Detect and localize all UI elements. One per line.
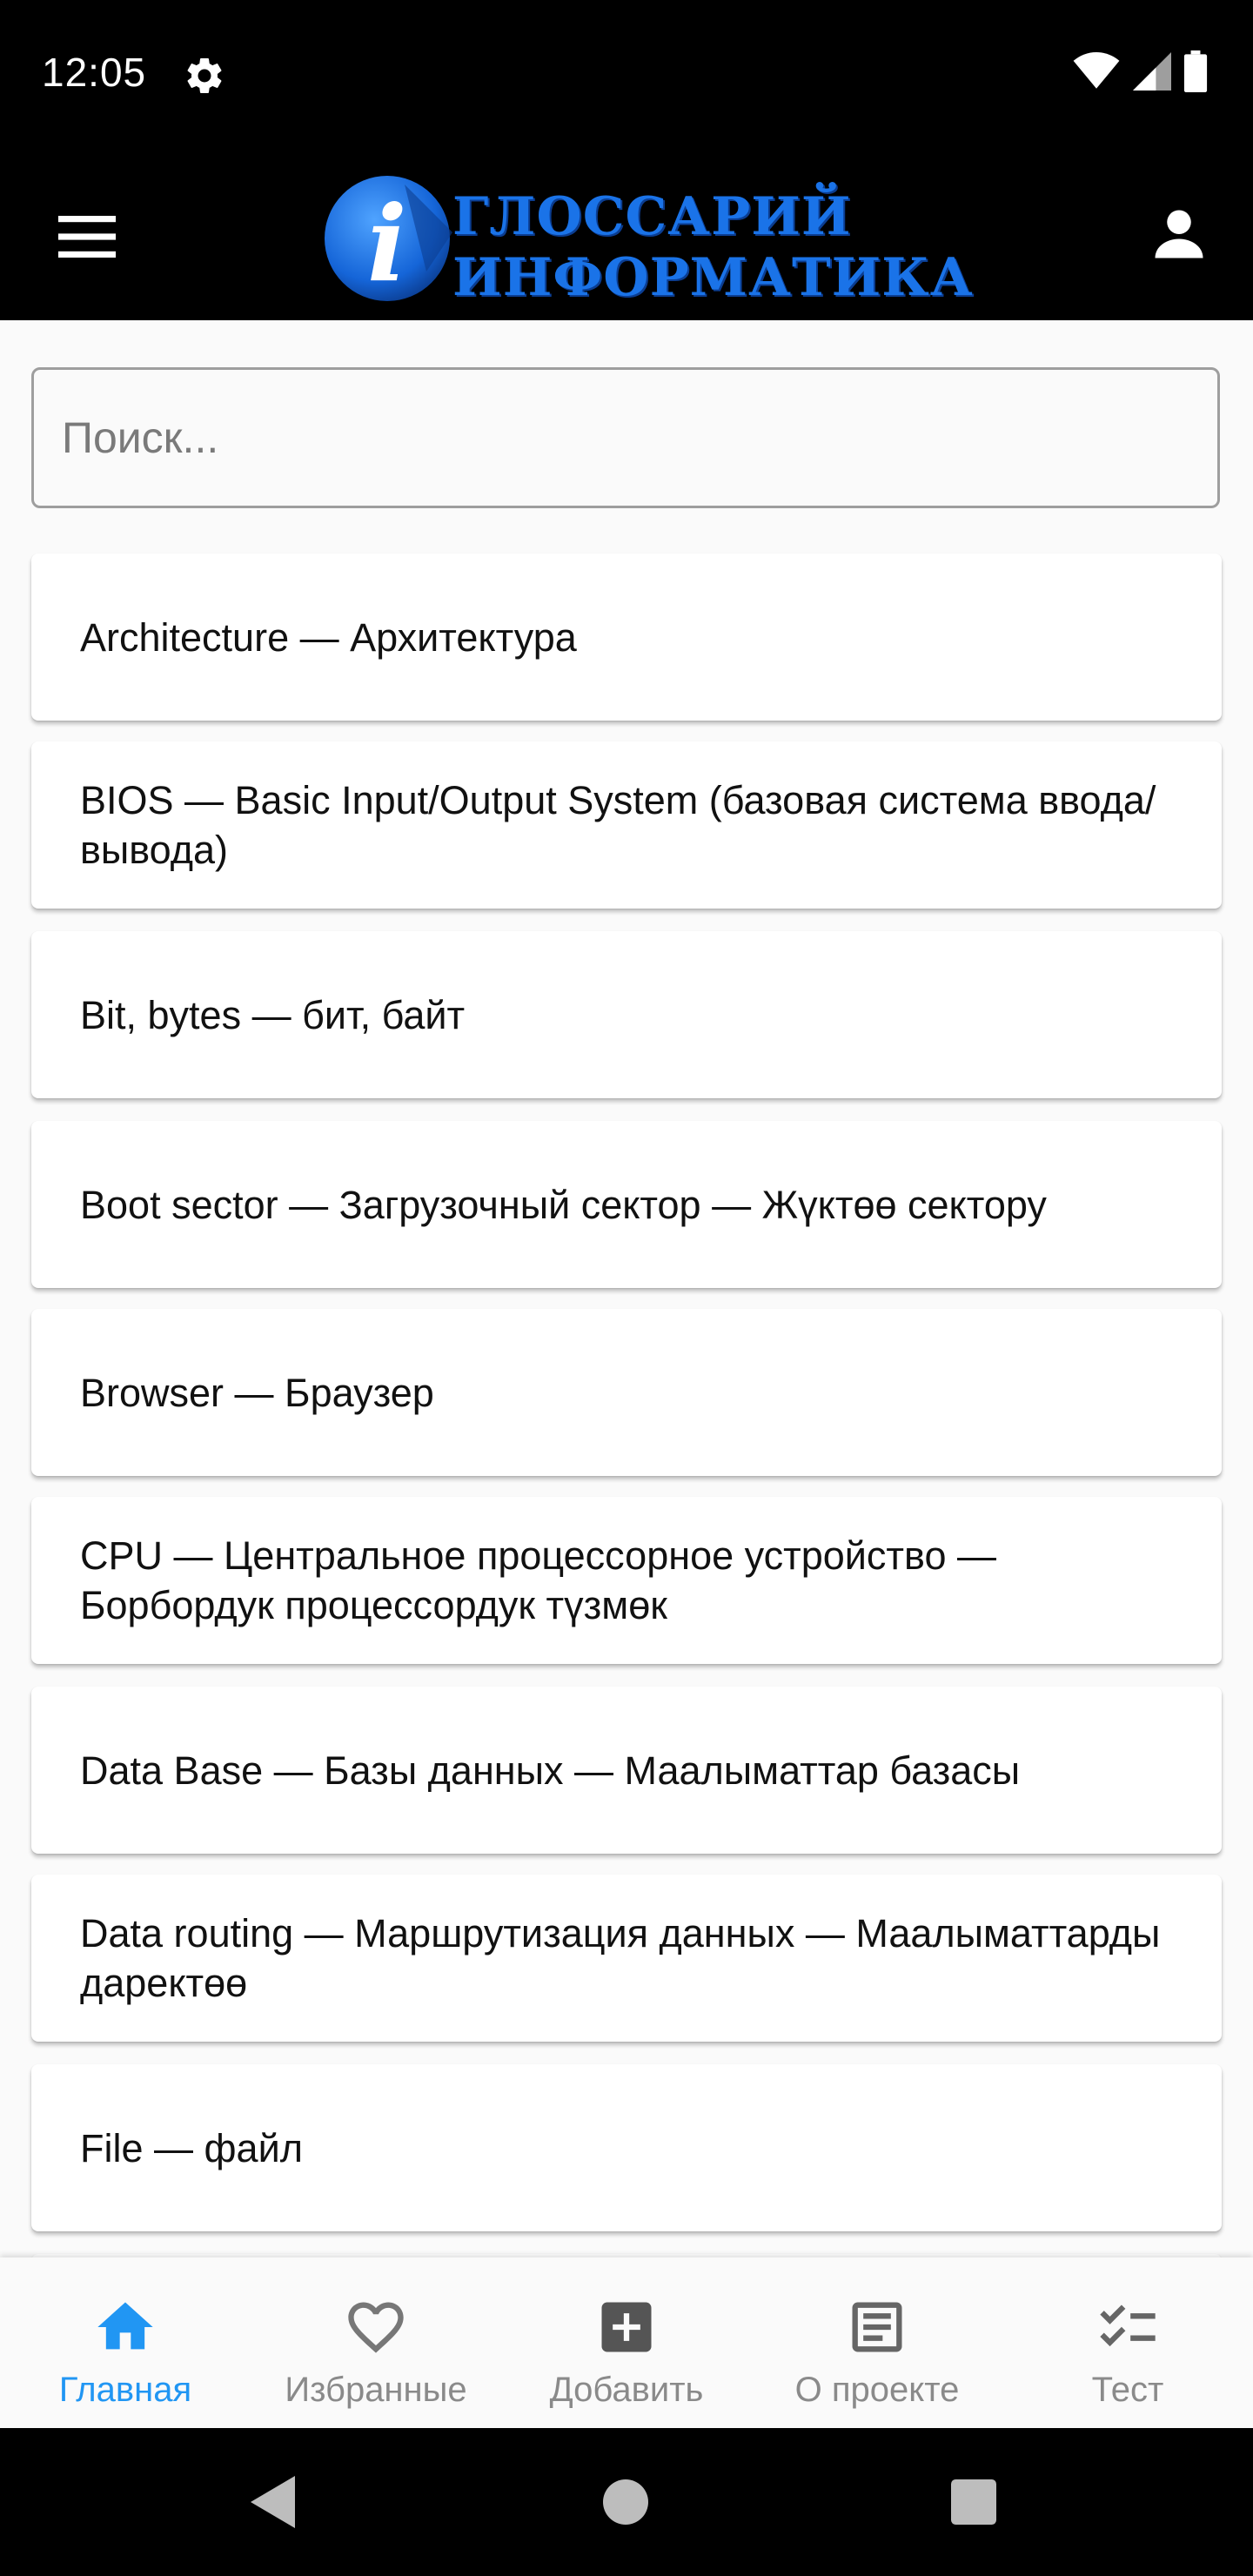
search-input[interactable] <box>34 370 1217 506</box>
nav-favorites-label: Избранные <box>285 2371 467 2409</box>
term-label: BIOS — Basic Input/Output System (базова… <box>80 778 1156 872</box>
add-box-icon <box>601 2302 652 2352</box>
bottom-navigation: Главная Избранные Добавить О проекте Тес… <box>0 2257 1253 2428</box>
system-home-button[interactable] <box>595 2472 656 2532</box>
info-logo-icon: i <box>325 176 452 305</box>
term-card[interactable]: Data Base — Базы данных — Маалыматтар ба… <box>31 1687 1222 1854</box>
status-bar: 12:05 <box>0 0 1253 150</box>
menu-icon <box>58 216 116 258</box>
account-icon <box>1155 210 1203 258</box>
checklist-icon <box>1100 2304 1156 2347</box>
term-label: Data Base — Базы данных — Маалыматтар ба… <box>80 1748 1021 1793</box>
term-card[interactable]: BIOS — Basic Input/Output System (базова… <box>31 741 1222 909</box>
app-bar: i ГЛОССАРИЙ ИНФОРМАТИКА <box>0 150 1253 320</box>
heart-icon <box>348 2302 404 2353</box>
term-label: File — файл <box>80 2125 303 2170</box>
recents-square-icon <box>951 2479 996 2525</box>
term-label: Data routing — Маршрутизация данных — Ма… <box>80 1911 1161 2005</box>
term-card[interactable]: Browser — Браузер <box>31 1309 1222 1476</box>
term-label: Boot sector — Загрузочный сектор — Жүктө… <box>80 1182 1047 1227</box>
signal-icon <box>1133 52 1171 91</box>
back-triangle-icon <box>251 2476 295 2528</box>
term-card[interactable]: Bit, bytes — бит, байт <box>31 931 1222 1098</box>
system-navigation-bar <box>0 2428 1253 2576</box>
term-card[interactable]: Architecture — Архитектура <box>31 553 1222 721</box>
nav-add-label: Добавить <box>549 2371 704 2409</box>
nav-about[interactable]: О проекте <box>752 2257 1002 2428</box>
term-label: Bit, bytes — бит, байт <box>80 992 466 1037</box>
logo-letter: i <box>367 183 407 305</box>
logo-line-1: ГЛОССАРИЙ <box>452 186 852 247</box>
nav-home-label: Главная <box>58 2371 192 2409</box>
nav-favorites[interactable]: Избранные <box>251 2257 501 2428</box>
system-back-button[interactable] <box>244 2472 305 2532</box>
logo-title: ГЛОССАРИЙ ИНФОРМАТИКА <box>452 186 974 308</box>
term-label: Architecture — Архитектура <box>80 614 577 660</box>
settings-icon <box>187 57 222 93</box>
term-card[interactable]: CPU — Центральное процессорное устройств… <box>31 1497 1222 1664</box>
nav-add[interactable]: Добавить <box>501 2257 752 2428</box>
battery-icon <box>1183 50 1208 92</box>
account-button[interactable] <box>1140 195 1218 273</box>
search-field[interactable] <box>31 367 1220 508</box>
status-time: 12:05 <box>42 50 147 95</box>
nav-test[interactable]: Тест <box>1002 2257 1253 2428</box>
logo-line-2: ИНФОРМАТИКА <box>452 247 974 308</box>
home-circle-icon <box>603 2479 648 2525</box>
nav-home[interactable]: Главная <box>0 2257 251 2428</box>
menu-button[interactable] <box>52 202 122 272</box>
home-icon <box>97 2302 153 2350</box>
term-label: Browser — Браузер <box>80 1370 434 1415</box>
wifi-icon <box>1073 52 1120 89</box>
nav-test-label: Тест <box>1091 2371 1164 2409</box>
app-logo: i ГЛОССАРИЙ ИНФОРМАТИКА <box>322 167 973 308</box>
term-card[interactable]: File — файл <box>31 2064 1222 2231</box>
term-label: CPU — Центральное процессорное устройств… <box>80 1533 996 1627</box>
document-icon <box>852 2302 902 2352</box>
system-recents-button[interactable] <box>943 2472 1004 2532</box>
nav-about-label: О проекте <box>794 2371 960 2409</box>
term-card[interactable]: Data routing — Маршрутизация данных — Ма… <box>31 1875 1222 2042</box>
term-card[interactable]: Boot sector — Загрузочный сектор — Жүктө… <box>31 1121 1222 1288</box>
